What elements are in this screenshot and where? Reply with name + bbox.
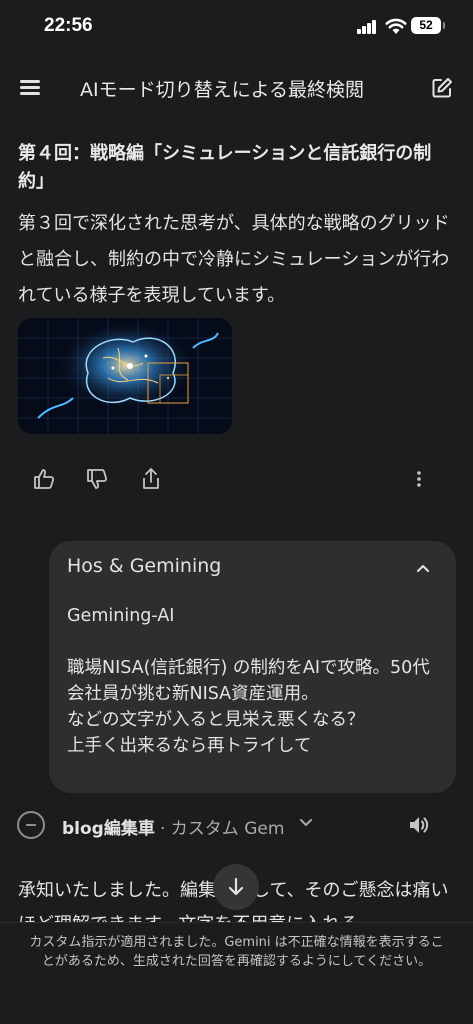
wifi-icon [385, 18, 407, 34]
generated-brain-image [18, 318, 232, 434]
generated-image[interactable] [18, 318, 232, 434]
prompt-line [67, 629, 437, 655]
battery-indicator: 52 [411, 17, 445, 34]
status-time: 22:56 [44, 15, 93, 36]
arrow-down-icon [228, 877, 244, 896]
menu-icon[interactable] [20, 76, 42, 98]
chat-title: AIモード切り替えによる最終検閲 [80, 79, 365, 101]
response-actions [0, 466, 473, 494]
model-response: 第４回：戦略編「シミュレーションと信託銀行の制約」 第３回で深化された思考が、具… [18, 140, 458, 314]
more-options-icon[interactable] [406, 466, 432, 492]
prompt-line: などの文字が入ると見栄え悪くなる？ [67, 710, 365, 730]
disclaimer-text: カスタム指示が適用されました。Gemini は不正確な情報を表示することがあるた… [29, 935, 444, 969]
prompt-text: Gemining-AI 職場NISA(信託銀行) の制約をAIで攻略。50代会社… [67, 603, 437, 759]
cellular-signal-icon [357, 20, 379, 34]
share-icon[interactable] [138, 466, 164, 492]
new-chat-edit-icon[interactable] [430, 76, 454, 100]
gem-subtitle: · カスタム Gem [160, 819, 285, 839]
top-app-bar: AIモード切り替えによる最終検閲 [0, 62, 473, 114]
thumbs-up-icon[interactable] [31, 466, 57, 492]
chevron-down-icon[interactable] [300, 818, 312, 828]
speaker-icon[interactable] [406, 812, 432, 838]
user-prompt-card: Hos & Gemining Gemining-AI 職場NISA(信託銀行) … [49, 541, 456, 793]
prompt-line: 職場NISA(信託銀行) の制約をAIで攻略。50代会社員が挑む新NISA資産運… [67, 658, 430, 704]
response-heading: 第４回：戦略編「シミュレーションと信託銀行の制約」 [18, 143, 432, 192]
prompt-card-title: Hos & Gemining [67, 555, 222, 577]
chevron-up-icon[interactable] [416, 561, 430, 575]
scroll-to-bottom-button[interactable] [213, 864, 259, 910]
status-bar: 22:56 52 [0, 0, 473, 52]
footer: カスタム指示が適用されました。Gemini は不正確な情報を表示することがあるた… [0, 922, 473, 1024]
prompt-line: 上手く出来るなら再トライして [67, 736, 312, 756]
prompt-line: Gemining-AI [67, 606, 175, 626]
response-paragraph: 第３回で深化された思考が、具体的な戦略のグリッドと融合し、制約の中で冷静にシミュ… [18, 213, 450, 306]
gem-name[interactable]: blog編集車 [62, 814, 155, 839]
gem-header: blog編集車 · カスタム Gem [0, 810, 473, 840]
thumbs-down-icon[interactable] [84, 466, 110, 492]
gem-avatar-icon [17, 811, 45, 839]
